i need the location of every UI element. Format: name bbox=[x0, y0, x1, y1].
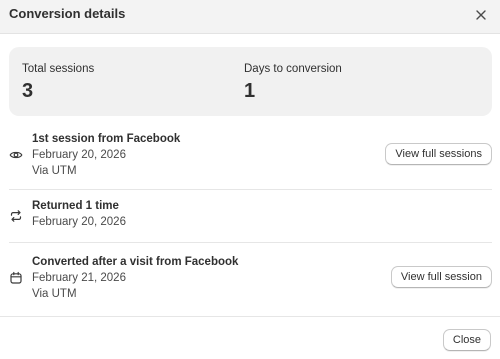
event-date: February 20, 2026 bbox=[32, 216, 126, 228]
view-full-sessions-button[interactable]: View full sessions bbox=[385, 143, 492, 165]
summary-card: Total sessions 3 Days to conversion 1 bbox=[9, 47, 492, 116]
conversion-details-dialog: Conversion details Total sessions 3 Days… bbox=[0, 0, 500, 359]
session-timeline: 1st session from Facebook February 20, 2… bbox=[9, 122, 492, 315]
total-sessions-value: 3 bbox=[22, 80, 34, 102]
view-full-session-button[interactable]: View full session bbox=[390, 266, 492, 288]
event-title: Returned 1 time bbox=[32, 200, 119, 212]
event-text: Converted after a visit from Facebook Fe… bbox=[32, 254, 238, 302]
event-title: Converted after a visit from Facebook bbox=[32, 256, 239, 268]
footer-divider bbox=[0, 316, 500, 317]
eye-icon bbox=[9, 148, 23, 162]
dialog-header: Conversion details bbox=[0, 0, 500, 34]
dialog-title: Conversion details bbox=[9, 6, 126, 21]
event-date: February 20, 2026 bbox=[32, 149, 126, 161]
days-to-conversion-label: Days to conversion bbox=[244, 63, 342, 75]
event-date: February 21, 2026 bbox=[32, 272, 126, 284]
event-text: Returned 1 time February 20, 2026 bbox=[32, 198, 126, 230]
timeline-event-first-session: 1st session from Facebook February 20, 2… bbox=[9, 122, 492, 190]
event-source: Via UTM bbox=[32, 288, 77, 300]
days-to-conversion-stat: Days to conversion 1 bbox=[244, 62, 342, 102]
timeline-event-returned: Returned 1 time February 20, 2026 bbox=[9, 190, 492, 243]
timeline-event-converted: Converted after a visit from Facebook Fe… bbox=[9, 243, 492, 315]
close-button[interactable]: Close bbox=[442, 329, 491, 351]
total-sessions-label: Total sessions bbox=[22, 63, 95, 75]
days-to-conversion-value: 1 bbox=[244, 80, 256, 102]
event-source: Via UTM bbox=[32, 165, 77, 177]
event-text: 1st session from Facebook February 20, 2… bbox=[32, 131, 180, 179]
total-sessions-stat: Total sessions 3 bbox=[22, 62, 94, 102]
close-icon[interactable] bbox=[471, 5, 491, 25]
repeat-icon bbox=[9, 209, 23, 223]
calendar-icon bbox=[9, 271, 23, 285]
event-title: 1st session from Facebook bbox=[32, 133, 181, 145]
